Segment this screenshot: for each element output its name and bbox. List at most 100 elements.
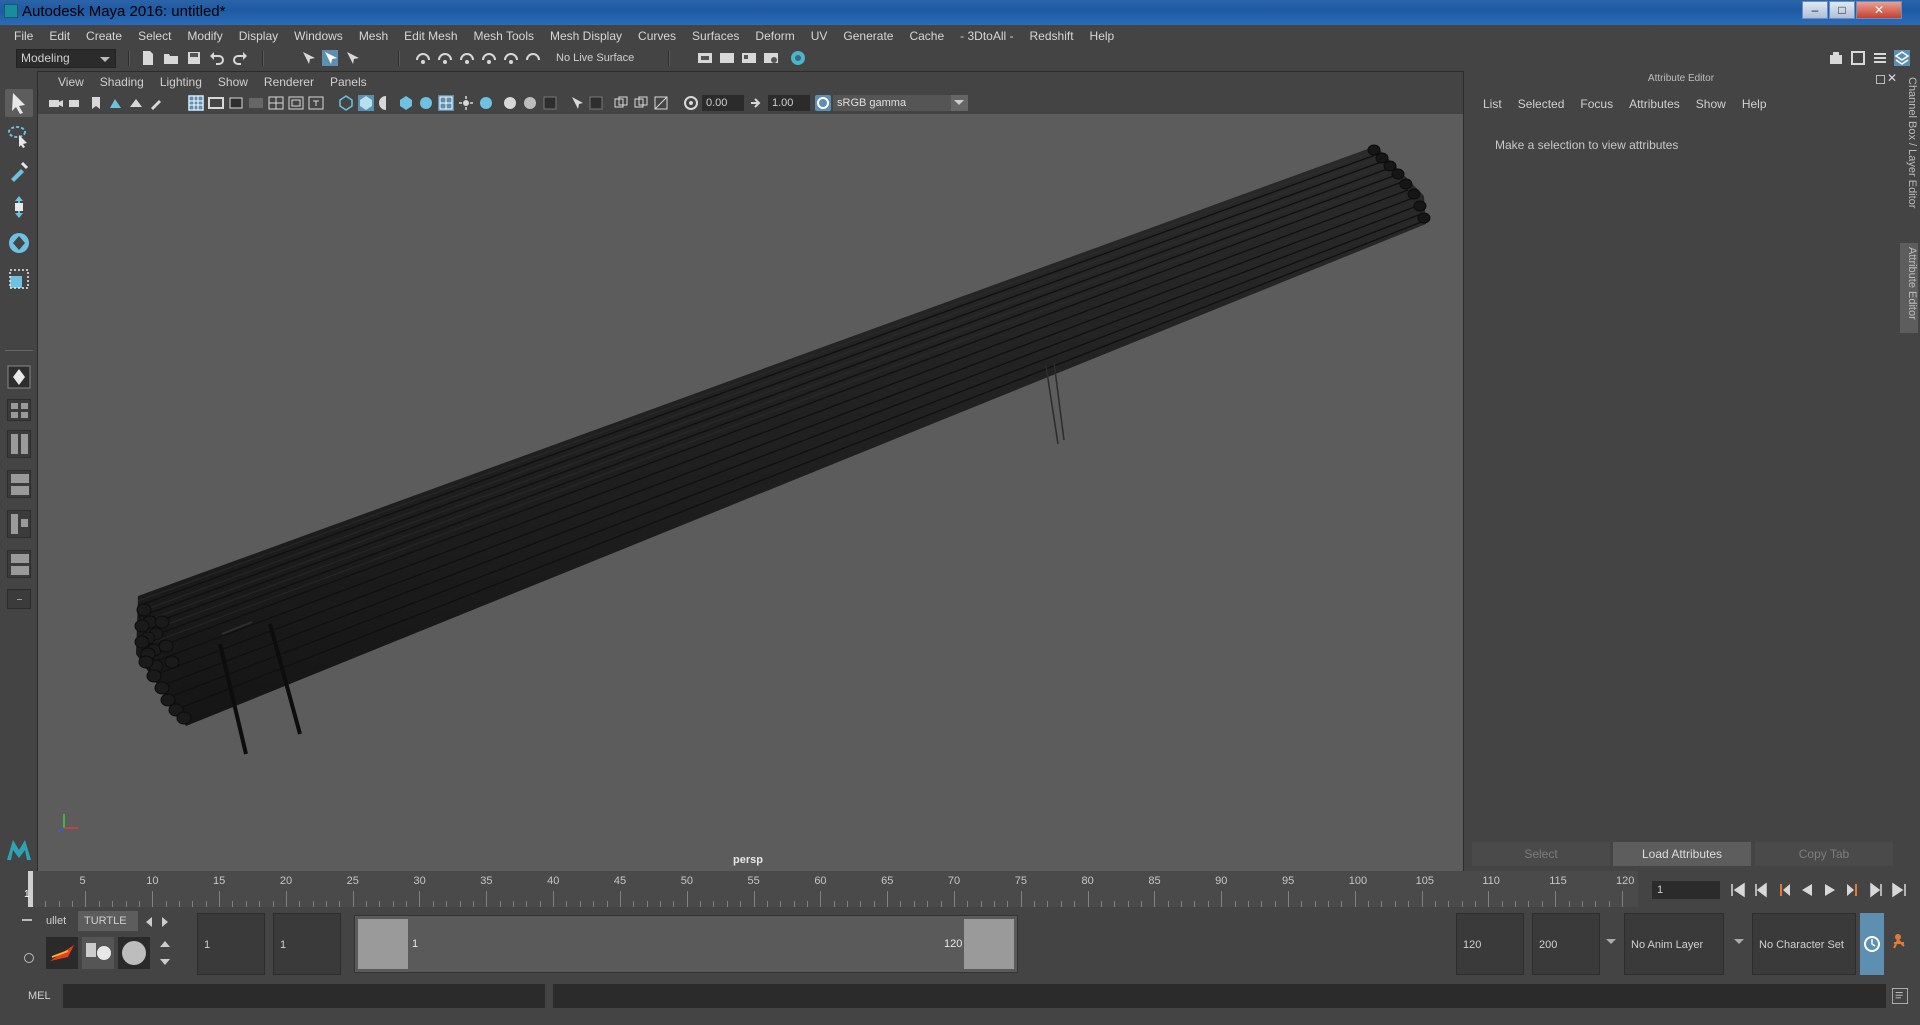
- save-scene-icon[interactable]: [186, 50, 202, 66]
- range-slider[interactable]: 1 120: [354, 915, 1018, 973]
- menu-mesh-display[interactable]: Mesh Display: [542, 29, 630, 43]
- menu-deform[interactable]: Deform: [747, 29, 802, 43]
- load-attributes-button[interactable]: Load Attributes: [1613, 842, 1751, 866]
- viewport-menu-renderer[interactable]: Renderer: [256, 75, 322, 89]
- xray-active-components-icon[interactable]: [613, 95, 629, 111]
- xray-joints-icon[interactable]: [633, 95, 649, 111]
- viewport-menu-panels[interactable]: Panels: [322, 75, 375, 89]
- snap-curve-icon[interactable]: [437, 50, 453, 66]
- undo-icon[interactable]: [209, 50, 225, 66]
- snap-projected-center-icon[interactable]: [481, 50, 497, 66]
- select-tool-icon[interactable]: [5, 89, 33, 117]
- play-forwards-icon[interactable]: [1821, 881, 1839, 899]
- make-live-icon[interactable]: [525, 50, 541, 66]
- script-editor-icon[interactable]: [1892, 988, 1908, 1004]
- close-button[interactable]: ✕: [1856, 1, 1902, 19]
- viewport-menu-view[interactable]: View: [50, 75, 92, 89]
- gamma-icon[interactable]: [748, 95, 764, 111]
- viewport-menu-lighting[interactable]: Lighting: [152, 75, 210, 89]
- modeling-toolkit-icon[interactable]: [1828, 50, 1844, 66]
- menu-select[interactable]: Select: [130, 29, 179, 43]
- motion-blur-icon[interactable]: [502, 95, 518, 111]
- animation-start-field[interactable]: 1: [197, 913, 265, 975]
- xray-icon[interactable]: [588, 95, 604, 111]
- resolution-gate-icon[interactable]: [228, 95, 244, 111]
- smooth-shade-icon[interactable]: [358, 95, 374, 111]
- render-settings-icon[interactable]: [763, 50, 779, 66]
- exposure-icon[interactable]: [683, 95, 699, 111]
- gate-mask-icon[interactable]: [248, 95, 264, 111]
- menu-help[interactable]: Help: [1082, 29, 1123, 43]
- menu-cache[interactable]: Cache: [901, 29, 952, 43]
- color-management-icon[interactable]: [815, 95, 831, 111]
- bookmark-icon[interactable]: [88, 95, 104, 111]
- menu-edit[interactable]: Edit: [41, 29, 78, 43]
- image-plane-icon[interactable]: [108, 95, 124, 111]
- mel-label[interactable]: MEL: [28, 990, 51, 1002]
- lasso-tool-icon[interactable]: [5, 121, 33, 149]
- ambient-occlusion-icon[interactable]: [478, 95, 494, 111]
- select-object-icon[interactable]: [322, 50, 338, 66]
- default-lighting-icon[interactable]: [378, 95, 394, 111]
- tab-channel-box[interactable]: Channel Box / Layer Editor: [1900, 73, 1918, 223]
- layout-graph-persp-icon[interactable]: [7, 550, 31, 578]
- menu-3dtoall[interactable]: - 3DtoAll -: [952, 29, 1021, 43]
- shelf-tab-bullet[interactable]: ullet: [40, 911, 72, 931]
- safe-title-icon[interactable]: [308, 95, 324, 111]
- channel-box-toggle-icon[interactable]: [1850, 50, 1866, 66]
- attr-menu-list[interactable]: List: [1475, 97, 1510, 111]
- playback-end-field[interactable]: 120: [1456, 913, 1524, 975]
- shelf-collapse-icon[interactable]: [22, 919, 32, 921]
- character-set-dropdown[interactable]: No Character Set: [1752, 913, 1856, 975]
- layout-more-button[interactable]: [7, 589, 31, 609]
- show-manipulator-icon[interactable]: [5, 363, 33, 391]
- depth-of-field-icon[interactable]: [542, 95, 558, 111]
- snap-grid-icon[interactable]: [415, 50, 431, 66]
- grid-toggle-icon[interactable]: [188, 95, 204, 111]
- auto-key-icon[interactable]: [1860, 913, 1884, 975]
- turtle-render-icon[interactable]: [46, 937, 78, 969]
- menu-uv[interactable]: UV: [803, 29, 836, 43]
- menu-mesh[interactable]: Mesh: [351, 29, 396, 43]
- shelf-scroll-left-icon[interactable]: [146, 917, 152, 927]
- field-chart-icon[interactable]: [268, 95, 284, 111]
- current-frame-field[interactable]: 1: [1652, 881, 1720, 899]
- scale-tool-icon[interactable]: [5, 265, 33, 293]
- tab-attribute-editor[interactable]: Attribute Editor: [1900, 243, 1918, 333]
- step-forward-frame-icon[interactable]: [1844, 881, 1862, 899]
- shelf-settings-icon[interactable]: [24, 953, 34, 963]
- shelf-scroll-right-icon[interactable]: [162, 917, 168, 927]
- select-camera-icon[interactable]: [48, 95, 64, 111]
- live-surface-field[interactable]: No Live Surface: [552, 49, 650, 68]
- step-back-frame-icon[interactable]: [1775, 881, 1793, 899]
- time-ruler[interactable]: 5 10 15 20 25 30 35 40 45 50 55 60 65 70 75 80 85 90 95 100…: [28, 871, 1638, 907]
- view-transform-dropdown[interactable]: sRGB gamma: [833, 95, 968, 111]
- attr-menu-attributes[interactable]: Attributes: [1621, 97, 1688, 111]
- menu-generate[interactable]: Generate: [835, 29, 901, 43]
- hypershade-icon[interactable]: [790, 50, 806, 66]
- shelf-tab-turtle[interactable]: TURTLE: [78, 911, 138, 931]
- snap-point-icon[interactable]: [459, 50, 475, 66]
- menu-modify[interactable]: Modify: [179, 29, 230, 43]
- range-end-handle[interactable]: [964, 919, 1014, 969]
- play-backwards-icon[interactable]: [1798, 881, 1816, 899]
- float-panel-icon[interactable]: [1876, 75, 1885, 84]
- gamma-field[interactable]: 1.00: [768, 95, 810, 111]
- wireframe-on-shaded-icon[interactable]: [398, 95, 414, 111]
- redo-icon[interactable]: [232, 50, 248, 66]
- use-all-lights-icon[interactable]: [438, 95, 454, 111]
- layout-two-side-icon[interactable]: [7, 430, 31, 458]
- safe-action-icon[interactable]: [288, 95, 304, 111]
- animation-preferences-icon[interactable]: [1890, 931, 1912, 953]
- menu-file[interactable]: File: [6, 29, 41, 43]
- playback-start-field[interactable]: 1: [273, 913, 341, 975]
- camera-attributes-icon[interactable]: [68, 95, 84, 111]
- render-current-frame-icon[interactable]: [697, 50, 713, 66]
- render-view-icon[interactable]: [741, 50, 757, 66]
- shadows-icon[interactable]: [458, 95, 474, 111]
- copy-tab-button[interactable]: Copy Tab: [1755, 842, 1893, 866]
- menu-set-dropdown[interactable]: Modeling: [16, 49, 116, 68]
- open-scene-icon[interactable]: [163, 50, 179, 66]
- wireframe-icon[interactable]: [338, 95, 354, 111]
- layout-outliner-persp-icon[interactable]: [7, 510, 31, 538]
